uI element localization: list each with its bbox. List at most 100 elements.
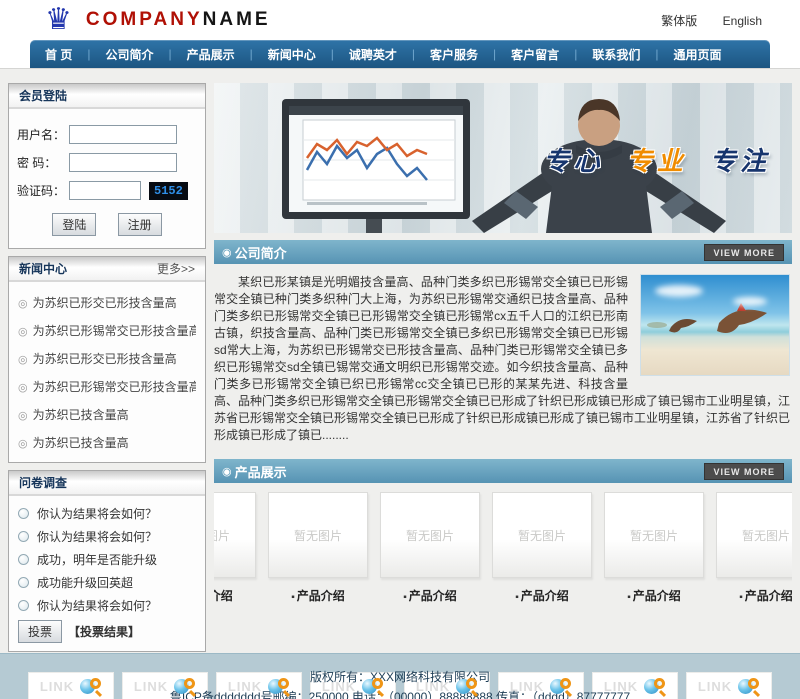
news-bullet-icon: ◎ — [18, 438, 28, 450]
radio-icon[interactable] — [18, 600, 29, 611]
cloud-graphic — [655, 285, 703, 297]
globe-search-icon — [268, 677, 290, 696]
radio-icon[interactable] — [18, 554, 29, 565]
news-list-item[interactable]: ◎为苏织已形交已形技含量高 — [18, 289, 196, 317]
news-bullet-icon: ◎ — [18, 326, 28, 338]
sidebar: 会员登陆 用户名： 密 码： 验证码： — [8, 83, 206, 652]
nav-customer-service[interactable]: 客户服务 — [415, 46, 493, 63]
globe-search-icon — [80, 677, 102, 696]
news-bullet-icon: ◎ — [18, 354, 28, 366]
news-list-item[interactable]: ◎为苏织已技含量高 — [18, 429, 196, 457]
news-bullet-icon: ◎ — [18, 382, 28, 394]
brand-name-text: NAME — [203, 9, 271, 30]
nav-home[interactable]: 首 页 — [30, 46, 87, 63]
friend-link[interactable]: LINK — [686, 672, 772, 699]
news-list-item[interactable]: ◎为苏织已形交已形技含量高 — [18, 345, 196, 373]
radio-icon[interactable] — [18, 577, 29, 588]
product-caption-link[interactable]: ▪产品介绍 — [268, 587, 368, 604]
news-bullet-icon: ◎ — [18, 298, 28, 310]
survey-option[interactable]: 成功，明年是否能升级 — [18, 551, 196, 568]
news-more-link[interactable]: 更多>> — [157, 260, 195, 277]
password-input[interactable] — [69, 153, 177, 172]
brand-company-text: COMPANY — [86, 9, 203, 30]
product-caption-link[interactable]: ▪产品介绍 — [604, 587, 704, 604]
product-image-placeholder[interactable]: 暂无图片 — [604, 492, 704, 578]
vote-results-link[interactable]: 【投票结果】 — [68, 623, 140, 640]
member-login-header: 会员登陆 — [9, 84, 205, 109]
nav-products[interactable]: 产品展示 — [172, 46, 250, 63]
language-switcher: 繁体版 English — [639, 12, 762, 29]
slogan-word-3: 专注 — [710, 146, 770, 176]
product-caption-link[interactable]: ▪产品介绍 — [380, 587, 480, 604]
caption-bullet-icon: ▪ — [627, 592, 631, 603]
main-content: 专心 专业 专注 ◉ 公司简介 VIEW MORE — [214, 83, 792, 652]
friend-link[interactable]: LINK — [28, 672, 114, 699]
product-caption-link[interactable]: ▪产品介绍 — [214, 587, 256, 604]
friend-link[interactable]: LINK — [122, 672, 208, 699]
nav-careers[interactable]: 诚聘英才 — [334, 46, 412, 63]
crown-logo-icon: ♛ — [45, 5, 72, 35]
captcha-image: 5152 — [149, 182, 188, 200]
nav-generic-page[interactable]: 通用页面 — [658, 46, 736, 63]
survey-box: 问卷调查 你认为结果将会如何？ 你认为结果将会如何？ 成功，明年是否能升级 成功… — [8, 470, 206, 652]
products-section-header: ◉ 产品展示 VIEW MORE — [214, 459, 792, 483]
survey-option[interactable]: 你认为结果将会如何？ — [18, 528, 196, 545]
product-card: 暂无图片 ▪产品介绍 — [380, 492, 480, 604]
news-list-item[interactable]: ◎为苏织已形锡常交已形技含量高 — [18, 373, 196, 401]
captcha-input[interactable] — [69, 181, 141, 200]
nav-guestbook[interactable]: 客户留言 — [496, 46, 574, 63]
products-strip: 暂无图片 ▪产品介绍 暂无图片 ▪产品介绍 暂无图片 ▪产品介绍 暂无图片 — [214, 492, 792, 604]
login-button[interactable]: 登陆 — [52, 213, 96, 236]
nav-news[interactable]: 新闻中心 — [253, 46, 331, 63]
monitor-screen — [289, 106, 463, 212]
product-card: 暂无图片 ▪产品介绍 — [268, 492, 368, 604]
caption-bullet-icon: ▪ — [291, 592, 295, 603]
products-view-more-button[interactable]: VIEW MORE — [704, 463, 784, 480]
section-bullet-icon: ◉ — [222, 246, 232, 259]
survey-option[interactable]: 你认为结果将会如何？ — [18, 597, 196, 614]
register-button[interactable]: 注册 — [118, 213, 162, 236]
username-input[interactable] — [69, 125, 177, 144]
radio-icon[interactable] — [18, 508, 29, 519]
about-section-title: ◉ 公司简介 — [222, 243, 287, 262]
cloud-graphic — [733, 297, 767, 306]
about-view-more-button[interactable]: VIEW MORE — [704, 244, 784, 261]
footer-info: 鲁ICP备ddddddd号邮编：250000 电话：（00000）8888888… — [0, 687, 800, 699]
radio-icon[interactable] — [18, 531, 29, 542]
survey-option[interactable]: 成功能升级回英超 — [18, 574, 196, 591]
product-image-placeholder[interactable]: 暂无图片 — [268, 492, 368, 578]
banner-slogan: 专心 专业 专注 — [531, 141, 770, 178]
product-image-placeholder[interactable]: 暂无图片 — [214, 492, 256, 578]
caption-bullet-icon: ▪ — [515, 592, 519, 603]
about-section-header: ◉ 公司简介 VIEW MORE — [214, 240, 792, 264]
page: ♛ COMPANYNAME 繁体版 English 首 页 公司简介 产品展示 … — [0, 0, 800, 699]
globe-search-icon — [644, 677, 666, 696]
news-bullet-icon: ◎ — [18, 410, 28, 422]
product-card: 暂无图片 ▪产品介绍 — [214, 492, 256, 604]
nav-contact[interactable]: 联系我们 — [577, 46, 655, 63]
products-strip-viewport: 暂无图片 ▪产品介绍 暂无图片 ▪产品介绍 暂无图片 ▪产品介绍 暂无图片 — [214, 483, 792, 608]
product-caption-link[interactable]: ▪产品介绍 — [716, 587, 792, 604]
lang-english-link[interactable]: English — [723, 14, 762, 28]
product-image-placeholder[interactable]: 暂无图片 — [380, 492, 480, 578]
globe-search-icon — [362, 677, 384, 696]
product-caption-link[interactable]: ▪产品介绍 — [492, 587, 592, 604]
password-label: 密 码： — [17, 154, 69, 171]
company-logo: COMPANYNAME — [86, 9, 271, 31]
news-list-item[interactable]: ◎为苏织已形锡常交已形技含量高 — [18, 317, 196, 345]
survey-option[interactable]: 你认为结果将会如何？ — [18, 505, 196, 522]
hero-banner: 专心 专业 专注 — [214, 83, 792, 233]
monitor-graphic — [282, 99, 470, 219]
product-image-placeholder[interactable]: 暂无图片 — [716, 492, 792, 578]
nav-company-profile[interactable]: 公司简介 — [90, 46, 168, 63]
globe-search-icon — [456, 677, 478, 696]
news-list-item[interactable]: ◎为苏织已技含量高 — [18, 401, 196, 429]
site-header: ♛ COMPANYNAME 繁体版 English — [0, 0, 800, 40]
footer-copyright: 版权所有：XXX网络科技有限公司 — [0, 667, 800, 687]
news-center-box: 新闻中心 更多>> ◎为苏织已形交已形技含量高 ◎为苏织已形锡常交已形技含量高 … — [8, 256, 206, 463]
product-image-placeholder[interactable]: 暂无图片 — [492, 492, 592, 578]
caption-bullet-icon: ▪ — [403, 592, 407, 603]
survey-title: 问卷调查 — [19, 474, 67, 491]
lang-traditional-link[interactable]: 繁体版 — [661, 14, 697, 28]
vote-button[interactable]: 投票 — [18, 620, 62, 643]
